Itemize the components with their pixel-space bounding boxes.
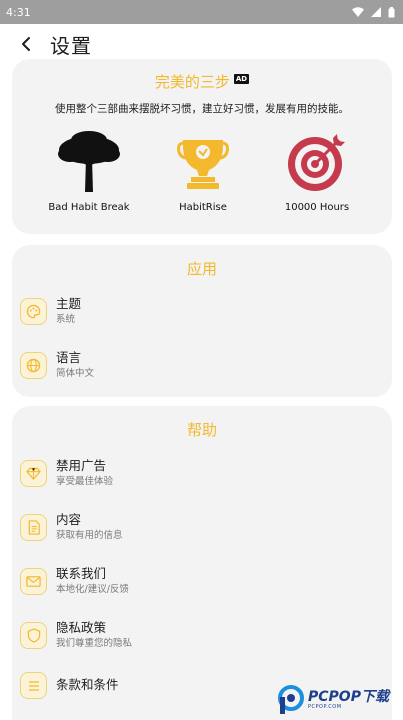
setting-title: 隐私政策 [56, 620, 107, 635]
app-habitrise[interactable]: HabitRise [146, 128, 260, 213]
list-icon [20, 672, 47, 699]
setting-subtitle: 系统 [56, 314, 76, 325]
mail-icon [20, 568, 47, 595]
setting-title: 条款和条件 [56, 677, 119, 692]
watermark-subtext: PCPOP.COM [308, 704, 342, 710]
setting-subtitle: 获取有用的信息 [56, 530, 123, 541]
status-time: 4:31 [6, 5, 31, 19]
setting-title: 主题 [56, 296, 82, 311]
diamond-icon [20, 460, 47, 487]
setting-contact-us[interactable]: 联系我们 本地化/建议/反馈 [20, 566, 129, 597]
setting-subtitle: 本地化/建议/反馈 [56, 584, 129, 595]
setting-privacy-policy[interactable]: 隐私政策 我们尊重您的隐私 [20, 620, 132, 651]
wifi-icon [352, 7, 364, 17]
watermark: PCPOP下载 PCPOP.COM [278, 680, 403, 720]
setting-subtitle: 享受最佳体验 [56, 476, 114, 487]
ad-card: 完美的三步 AD 使用整个三部曲来摆脱坏习惯，建立好习惯，发展有用的技能。 Ba… [12, 59, 392, 234]
ad-title-row: 完美的三步 AD [12, 59, 392, 92]
setting-title: 内容 [56, 512, 82, 527]
document-icon [20, 514, 47, 541]
app-name: 10000 Hours [284, 202, 350, 213]
section-title: 帮助 [186, 421, 217, 439]
setting-language[interactable]: 语言 简体中文 [20, 350, 94, 381]
app-name: Bad Habit Break [48, 202, 130, 213]
setting-title: 语言 [56, 350, 82, 365]
app-10000-hours[interactable]: 10000 Hours [260, 128, 374, 213]
setting-title: 联系我们 [56, 566, 107, 581]
chevron-left-icon [22, 37, 30, 51]
trophy-icon [177, 128, 229, 196]
ad-title: 完美的三步 [154, 73, 230, 91]
section-title: 应用 [186, 260, 217, 278]
palette-icon [20, 298, 47, 325]
shield-icon [20, 622, 47, 649]
setting-terms[interactable]: 条款和条件 [20, 672, 119, 699]
target-icon [287, 128, 347, 196]
back-button[interactable] [14, 32, 38, 56]
signal-icon [371, 7, 381, 17]
pcpop-logo-icon [278, 685, 304, 714]
app-bar: 设置 [0, 27, 403, 61]
setting-content[interactable]: 内容 获取有用的信息 [20, 512, 123, 543]
help-card: 帮助 禁用广告 享受最佳体验 内容 获取有用的信息 联系我们 本地化/建议/反馈 [12, 406, 392, 720]
setting-theme[interactable]: 主题 系统 [20, 296, 81, 327]
ad-badge: AD [233, 73, 250, 84]
promoted-apps: Bad Habit Break HabitRise 10000 Hours [12, 128, 392, 213]
status-icons [352, 6, 395, 18]
battery-icon [388, 6, 395, 17]
app-settings-card: 应用 主题 系统 语言 简体中文 [12, 245, 392, 397]
page-title: 设置 [50, 33, 92, 58]
status-bar: 4:31 [0, 0, 403, 24]
ad-description: 使用整个三部曲来摆脱坏习惯，建立好习惯，发展有用的技能。 [55, 103, 349, 115]
setting-subtitle: 简体中文 [56, 368, 95, 379]
globe-icon [20, 352, 47, 379]
tree-icon [56, 128, 122, 196]
setting-disable-ads[interactable]: 禁用广告 享受最佳体验 [20, 458, 113, 489]
setting-title: 禁用广告 [56, 458, 107, 473]
app-name: HabitRise [179, 202, 227, 213]
setting-subtitle: 我们尊重您的隐私 [56, 638, 133, 649]
app-bad-habit-break[interactable]: Bad Habit Break [32, 128, 146, 213]
watermark-text: PCPOP下载 [308, 689, 389, 705]
